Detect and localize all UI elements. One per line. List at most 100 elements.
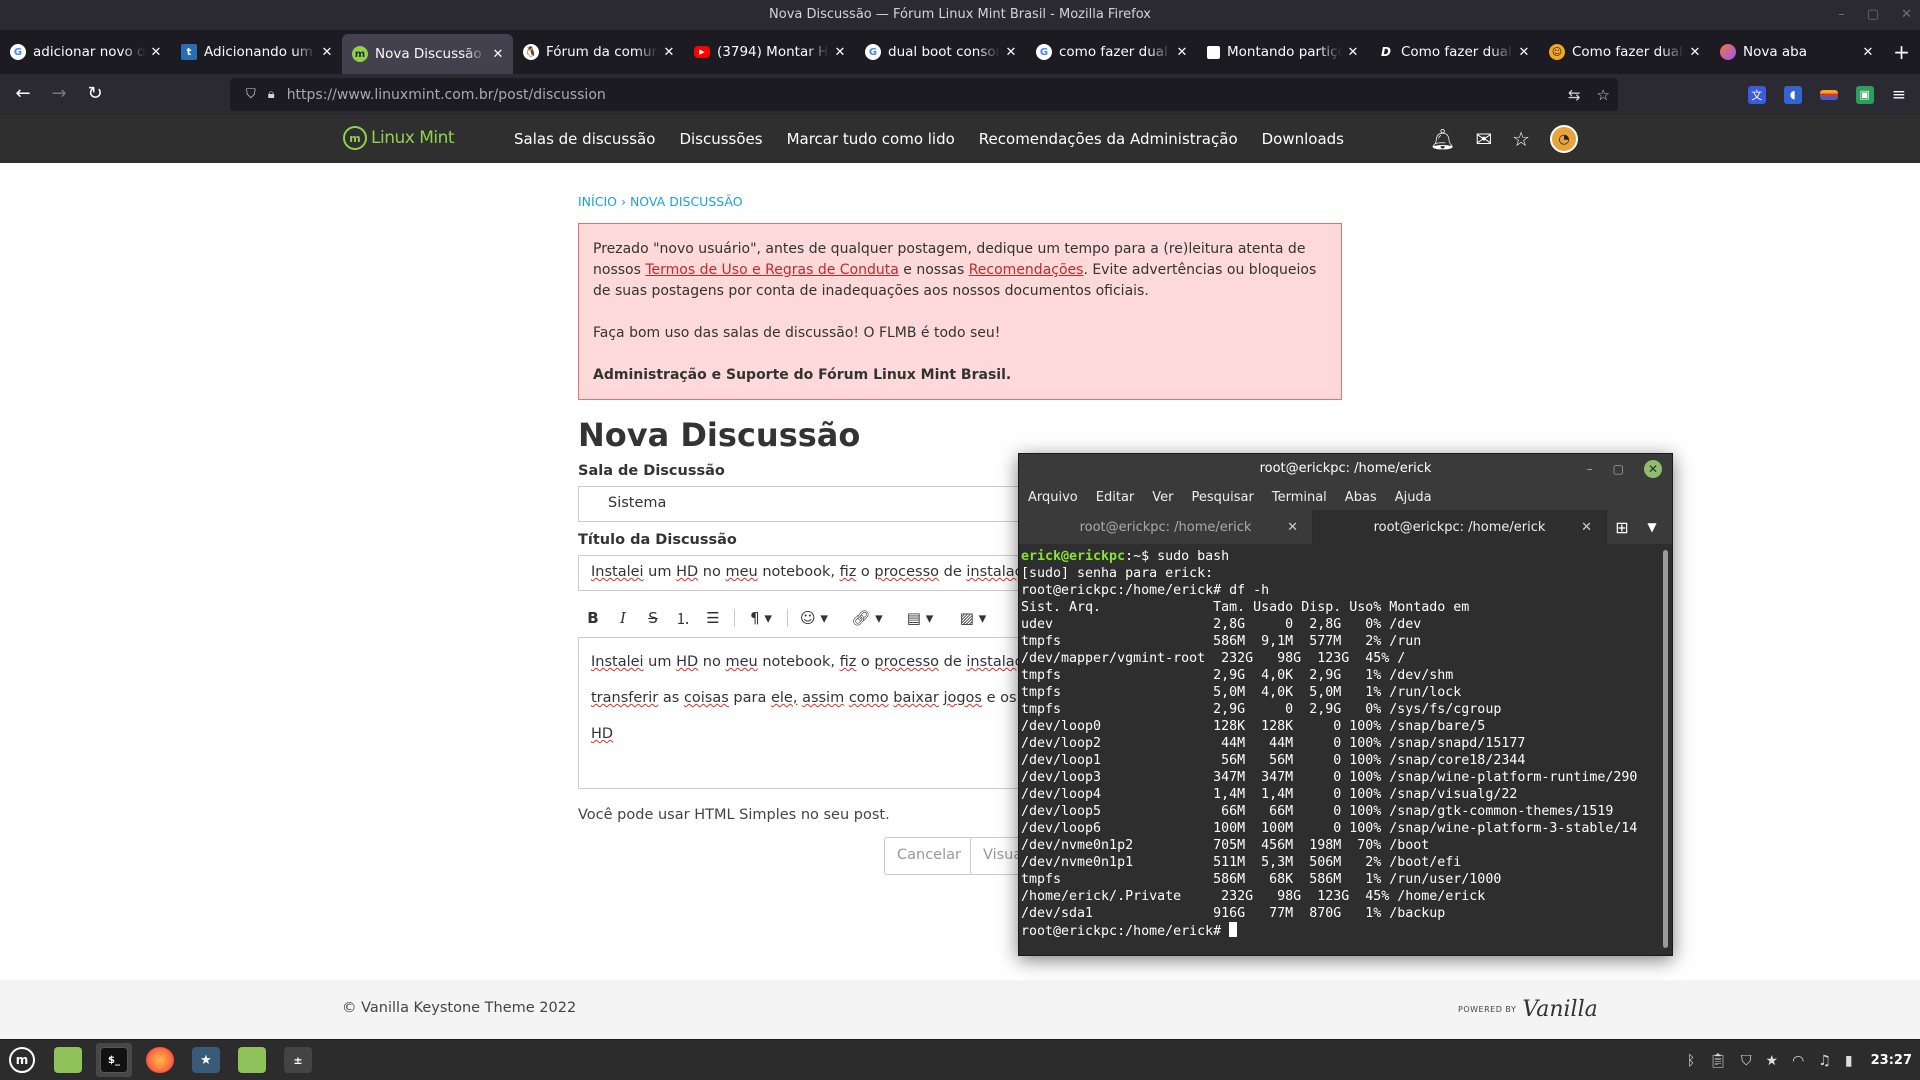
close-tab-icon[interactable]: ✕ xyxy=(1517,45,1531,60)
terminal-menu-file[interactable]: Arquivo xyxy=(1028,490,1078,505)
terminal-menu-help[interactable]: Ajuda xyxy=(1395,490,1432,505)
powered-by-vanilla[interactable]: POWERED BY Vanilla xyxy=(1458,997,1598,1022)
menu-item-downloads[interactable]: Downloads xyxy=(1262,130,1344,148)
inbox-envelope-icon[interactable]: ✉ xyxy=(1475,127,1492,151)
menu-item-mark-read[interactable]: Marcar tudo como lido xyxy=(787,130,955,148)
stack-extension-icon[interactable] xyxy=(1819,89,1838,100)
strikethrough-icon[interactable]: S xyxy=(638,609,668,627)
italic-icon[interactable]: I xyxy=(608,609,638,627)
breadcrumb-home[interactable]: INÍCIO xyxy=(578,194,617,209)
clipboard-icon[interactable]: 📋︎ xyxy=(1709,1053,1727,1069)
browser-tab[interactable]: Gdual boot consome ✕ xyxy=(855,30,1026,74)
emoji-icon[interactable]: ☺ ▾ xyxy=(794,609,834,627)
terminal-tabs-dropdown-icon[interactable]: ▼ xyxy=(1637,510,1667,544)
bluetooth-icon[interactable]: ᛒ xyxy=(1687,1053,1695,1069)
browser-tab[interactable]: 🐧 Fórum da comunid ✕ xyxy=(513,30,684,74)
back-arrow-icon[interactable]: ← xyxy=(12,83,34,105)
terminal-icon[interactable]: $_ xyxy=(96,1043,132,1077)
close-tab-icon[interactable]: ✕ xyxy=(833,45,847,60)
mint-menu-icon[interactable]: m xyxy=(4,1043,40,1077)
close-tab-icon[interactable]: ✕ xyxy=(1688,45,1702,60)
bold-icon[interactable]: B xyxy=(578,609,608,627)
site-logo[interactable]: m Linux Mint xyxy=(343,126,455,150)
battery-icon[interactable]: ▮ xyxy=(1845,1053,1853,1069)
clock[interactable]: 23:27 xyxy=(1871,1053,1912,1068)
unordered-list-icon[interactable]: ☰ xyxy=(698,609,728,627)
terminal-menu-search[interactable]: Pesquisar xyxy=(1192,490,1254,505)
browser-tab[interactable]: ▶ (3794) Montar HD ✕ xyxy=(684,30,855,74)
new-tab-button[interactable]: + xyxy=(1883,30,1920,74)
file-icon[interactable]: ▤ ▾ xyxy=(900,609,940,627)
lock-icon[interactable]: 🔒︎ xyxy=(268,87,275,102)
image-icon[interactable]: ▨ ▾ xyxy=(953,609,993,627)
terminal-tab[interactable]: root@erickpc: /home/erick ✕ xyxy=(1019,510,1313,544)
calculator-icon[interactable]: ± xyxy=(280,1043,316,1077)
terminal-window[interactable]: root@erickpc: /home/erick – ▢ ✕ Arquivo … xyxy=(1018,453,1673,956)
privacy-badger-icon[interactable]: ◖ xyxy=(1783,85,1802,104)
terminal-menu-tabs[interactable]: Abas xyxy=(1345,490,1377,505)
close-tab-icon[interactable]: ✕ xyxy=(1346,45,1360,60)
close-tab-icon[interactable]: ✕ xyxy=(320,45,334,60)
terminal-titlebar[interactable]: root@erickpc: /home/erick – ▢ ✕ xyxy=(1019,454,1672,484)
breadcrumb-current[interactable]: NOVA DISCUSSÃO xyxy=(630,194,743,209)
close-tab-icon[interactable]: ✕ xyxy=(491,47,505,62)
shield-icon[interactable]: ⛉ xyxy=(246,87,256,102)
firefox-icon[interactable] xyxy=(142,1043,178,1077)
title-input[interactable]: Instalei um HD no meu notebook, fiz o pr… xyxy=(578,555,1048,591)
close-tab-icon[interactable]: ✕ xyxy=(1175,45,1189,60)
software-manager-icon[interactable]: ★ xyxy=(188,1043,224,1077)
browser-tab[interactable]: t Adicionando um no ✕ xyxy=(171,30,342,74)
files-desktop-icon[interactable] xyxy=(50,1043,86,1077)
close-tab-icon[interactable]: ✕ xyxy=(1287,520,1298,535)
forward-arrow-icon[interactable]: → xyxy=(48,83,70,105)
terminal-tab-active[interactable]: root@erickpc: /home/erick ✕ xyxy=(1313,510,1607,544)
close-tab-icon[interactable]: ✕ xyxy=(1861,45,1875,60)
ordered-list-icon[interactable]: ⒈ xyxy=(668,608,698,629)
browser-tab[interactable]: Gadicionar novo disc ✕ xyxy=(0,30,171,74)
shield-tray-icon[interactable]: ⛉ xyxy=(1741,1053,1752,1069)
browser-tab[interactable]: Gcomo fazer dual bo ✕ xyxy=(1026,30,1197,74)
terminal-minimize-icon[interactable]: – xyxy=(1587,454,1593,484)
folder-icon[interactable] xyxy=(234,1043,270,1077)
paragraph-format-icon[interactable]: ¶ ▾ xyxy=(741,609,781,627)
terms-link[interactable]: Termos de Uso e Regras de Conduta xyxy=(645,262,898,278)
close-tab-icon[interactable]: ✕ xyxy=(1581,520,1592,535)
hamburger-menu-icon[interactable]: ≡ xyxy=(1892,85,1906,105)
url-text[interactable]: https://www.linuxmint.com.br/post/discus… xyxy=(287,87,606,103)
translate-icon[interactable]: ⇆ xyxy=(1568,86,1581,104)
star-tray-icon[interactable]: ★ xyxy=(1766,1053,1779,1069)
terminal-scrollbar[interactable] xyxy=(1663,550,1668,948)
close-tab-icon[interactable]: ✕ xyxy=(662,45,676,60)
bookmarks-star-icon[interactable]: ☆ xyxy=(1512,127,1530,151)
browser-tab[interactable]: Montando partiçõe ✕ xyxy=(1197,30,1368,74)
html-simple-link[interactable]: HTML Simples xyxy=(694,807,796,823)
menu-item-discussions[interactable]: Discussões xyxy=(679,130,762,148)
user-avatar[interactable]: ◔ xyxy=(1550,125,1579,153)
post-body-editor[interactable]: Instalei um HD no meu notebook, fiz o pr… xyxy=(578,637,1048,789)
terminal-menu-terminal[interactable]: Terminal xyxy=(1272,490,1327,505)
terminal-menu-edit[interactable]: Editar xyxy=(1096,490,1135,505)
terminal-menu-view[interactable]: Ver xyxy=(1152,490,1173,505)
menu-item-recommendations[interactable]: Recomendações da Administração xyxy=(979,130,1238,148)
browser-tab[interactable]: ☺ Como fazer dual bo ✕ xyxy=(1539,30,1710,74)
menu-item-rooms[interactable]: Salas de discussão xyxy=(514,130,655,148)
extension-icon[interactable]: ▣ xyxy=(1855,85,1874,104)
link-icon[interactable]: 🔗︎ ▾ xyxy=(847,609,887,627)
cancel-button[interactable]: Cancelar xyxy=(884,837,974,875)
wifi-icon[interactable]: ◠ xyxy=(1792,1053,1804,1069)
reload-icon[interactable]: ↻ xyxy=(84,83,106,105)
minimize-button[interactable]: – xyxy=(1838,0,1845,30)
maximize-button[interactable]: ▢ xyxy=(1867,0,1879,30)
terminal-close-icon[interactable]: ✕ xyxy=(1644,460,1662,478)
url-bar[interactable]: ⛉ 🔒︎ https://www.linuxmint.com.br/post/d… xyxy=(230,78,1618,111)
browser-tab-active[interactable]: m Nova Discussão — F ✕ xyxy=(342,34,513,74)
close-tab-icon[interactable]: ✕ xyxy=(1004,45,1018,60)
sound-icon[interactable]: ♫ xyxy=(1818,1053,1831,1069)
bookmark-star-icon[interactable]: ☆ xyxy=(1597,86,1610,104)
recommendations-link[interactable]: Recomendações xyxy=(969,262,1084,278)
terminal-maximize-icon[interactable]: ▢ xyxy=(1613,454,1624,484)
browser-tab[interactable]: D Como fazer dual bo ✕ xyxy=(1368,30,1539,74)
browser-tab[interactable]: Nova aba ✕ xyxy=(1710,30,1883,74)
room-select[interactable]: Sistema xyxy=(578,486,1048,522)
notifications-bell-icon[interactable]: 🔔︎ xyxy=(1430,127,1455,151)
